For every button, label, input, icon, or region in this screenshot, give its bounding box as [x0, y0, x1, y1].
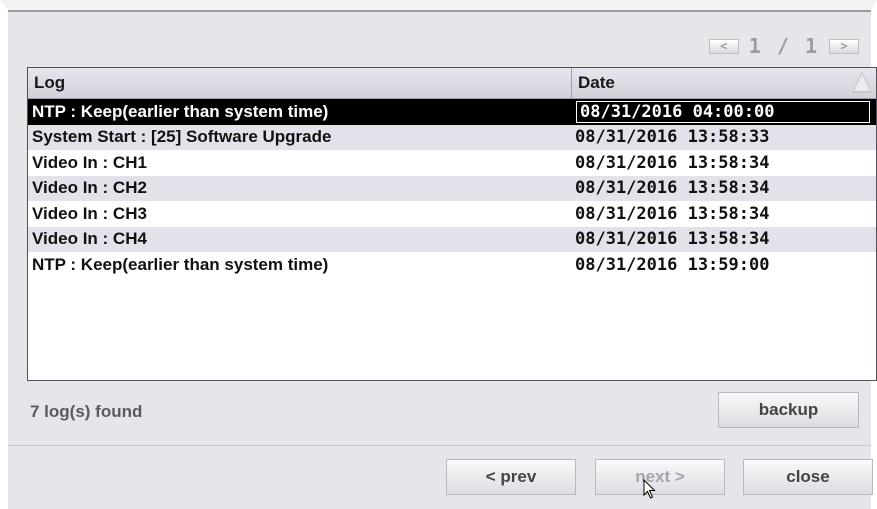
- table-row[interactable]: System Start : [25] Software Upgrade 08/…: [28, 124, 876, 150]
- log-cell: Video In : CH1: [32, 152, 147, 172]
- log-cell: System Start : [25] Software Upgrade: [32, 127, 332, 147]
- log-table: Log Date NTP : Keep(earlier than system …: [27, 67, 877, 381]
- table-row[interactable]: Video In : CH3 08/31/2016 13:58:34: [28, 201, 876, 227]
- date-cell: 08/31/2016 13:58:34: [575, 203, 770, 224]
- page-next-button[interactable]: >: [829, 38, 859, 54]
- table-row[interactable]: NTP : Keep(earlier than system time) 08/…: [28, 252, 876, 278]
- table-row[interactable]: Video In : CH4 08/31/2016 13:58:34: [28, 226, 876, 252]
- column-header-date-label: Date: [578, 73, 615, 92]
- backup-button[interactable]: backup: [718, 392, 859, 428]
- log-cell: Video In : CH3: [32, 203, 147, 223]
- table-header: Log Date: [28, 68, 876, 99]
- log-dialog: < 1 / 1 > Log Date NTP : Keep(earlier th…: [0, 0, 877, 509]
- footer-divider: [8, 445, 871, 446]
- sort-ascending-icon[interactable]: [852, 71, 872, 93]
- log-cell: NTP : Keep(earlier than system time): [32, 101, 329, 121]
- table-row[interactable]: Video In : CH2 08/31/2016 13:58:34: [28, 175, 876, 201]
- date-cell: 08/31/2016 13:58:34: [575, 178, 770, 199]
- table-body: NTP : Keep(earlier than system time) 08/…: [28, 99, 876, 278]
- date-cell: 08/31/2016 13:59:00: [575, 254, 770, 275]
- log-cell: Video In : CH2: [32, 178, 147, 198]
- mouse-cursor-icon: [643, 479, 656, 499]
- table-row[interactable]: NTP : Keep(earlier than system time) 08/…: [28, 99, 876, 125]
- log-cell: NTP : Keep(earlier than system time): [32, 254, 329, 274]
- pager: < 1 / 1 >: [708, 34, 859, 58]
- prev-button[interactable]: < prev: [446, 459, 576, 495]
- date-cell: 08/31/2016 13:58:34: [575, 229, 770, 250]
- page-prev-button[interactable]: <: [708, 38, 739, 54]
- column-header-date[interactable]: Date: [572, 68, 876, 98]
- log-count: 7 log(s) found: [30, 402, 143, 421]
- date-cell: 08/31/2016 13:58:34: [575, 152, 770, 173]
- page-indicator: 1 / 1: [748, 34, 819, 58]
- dialog-body: < 1 / 1 > Log Date NTP : Keep(earlier th…: [8, 10, 877, 509]
- next-button[interactable]: next >: [595, 459, 725, 495]
- log-cell: Video In : CH4: [32, 229, 147, 249]
- date-cell: 08/31/2016 04:00:00: [576, 100, 870, 123]
- close-button[interactable]: close: [743, 459, 873, 495]
- column-header-log[interactable]: Log: [28, 68, 572, 98]
- table-row[interactable]: Video In : CH1 08/31/2016 13:58:34: [28, 150, 876, 176]
- date-cell: 08/31/2016 13:58:33: [575, 127, 770, 148]
